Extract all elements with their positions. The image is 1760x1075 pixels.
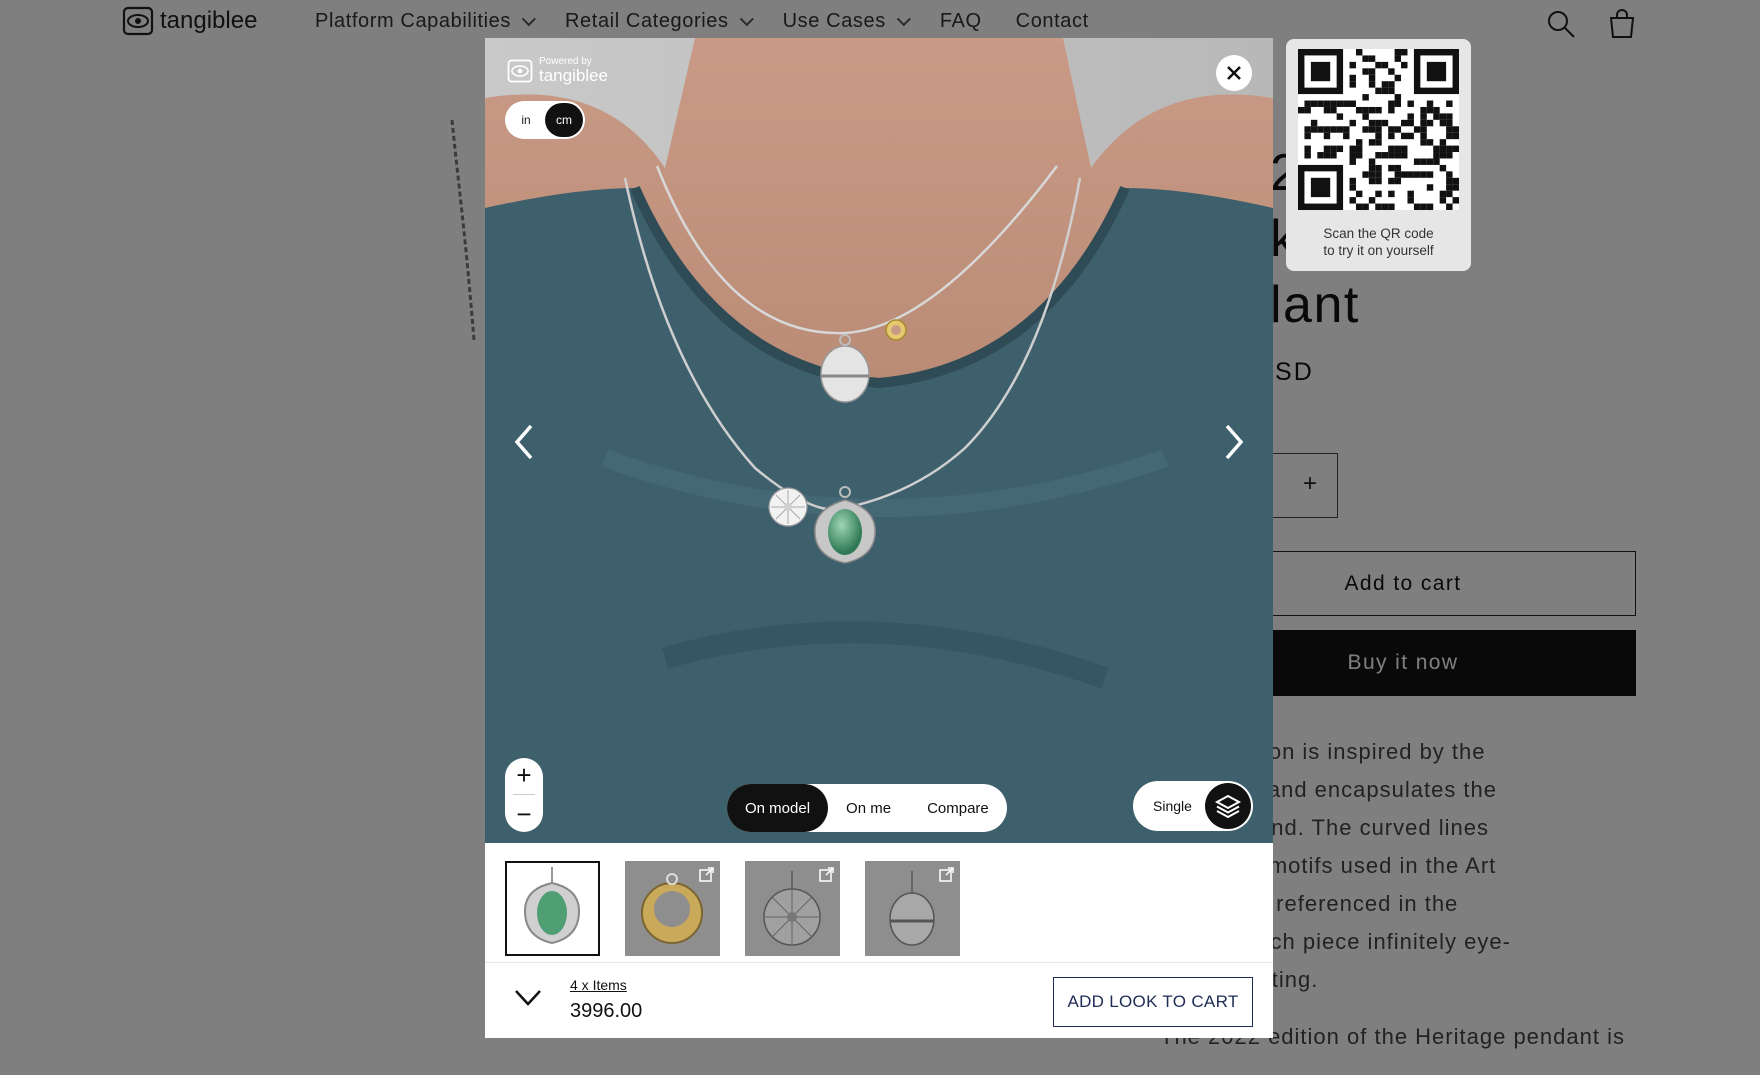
zoom-control: + − [505, 758, 543, 832]
try-on-modal: Powered by tangiblee in cm + − On model … [485, 38, 1273, 1038]
product-thumbnails [485, 843, 1273, 963]
items-count-link[interactable]: 4 x Items [570, 977, 627, 993]
chevron-down-icon[interactable] [513, 985, 543, 1009]
view-mode-tabs: On model On me Compare [727, 784, 1007, 832]
qr-code-image [1298, 49, 1459, 210]
qr-instructions: Scan the QR code to try it on yourself [1286, 225, 1471, 259]
layers-icon [1214, 794, 1242, 819]
model-image [485, 38, 1273, 843]
qr-instruction-line: to try it on yourself [1323, 243, 1434, 258]
tab-compare[interactable]: Compare [909, 784, 1007, 832]
look-footer: 4 x Items 3996.00 ADD LOOK TO CART [485, 963, 1273, 1038]
zoom-out-button[interactable]: − [516, 799, 531, 830]
try-on-viewer[interactable]: Powered by tangiblee in cm + − On model … [485, 38, 1273, 843]
layers-icon-button[interactable] [1205, 783, 1251, 829]
add-look-to-cart-button[interactable]: ADD LOOK TO CART [1053, 977, 1253, 1027]
look-total-price: 3996.00 [570, 1000, 643, 1022]
thumbnail-green-oval-pendant[interactable] [505, 861, 600, 956]
next-arrow-icon[interactable] [1215, 418, 1251, 466]
unit-toggle[interactable]: in cm [505, 101, 585, 139]
thumbnail-daisy-pendant[interactable] [745, 861, 840, 956]
tab-on-me[interactable]: On me [828, 784, 909, 832]
single-label: Single [1153, 798, 1192, 814]
tab-on-model[interactable]: On model [727, 784, 829, 832]
powered-by-brand: tangiblee [539, 66, 609, 85]
tangiblee-logo-icon [507, 59, 533, 82]
unit-in-option[interactable]: in [507, 103, 545, 137]
close-icon [1227, 66, 1241, 80]
external-link-icon[interactable] [939, 867, 954, 882]
thumbnail-gold-crescent-pendant[interactable] [625, 861, 720, 956]
powered-by-badge: Powered by tangiblee [507, 56, 608, 85]
previous-arrow-icon[interactable] [507, 418, 543, 466]
zoom-divider [513, 794, 535, 796]
thumbnail-silver-locket-pendant[interactable] [865, 861, 960, 956]
single-layer-toggle[interactable]: Single [1133, 781, 1253, 831]
qr-code-card: Scan the QR code to try it on yourself [1286, 39, 1471, 271]
external-link-icon[interactable] [699, 867, 714, 882]
qr-instruction-line: Scan the QR code [1323, 226, 1434, 241]
unit-cm-option[interactable]: cm [545, 103, 583, 137]
green-pendant-thumbnail-icon [523, 867, 581, 945]
external-link-icon[interactable] [819, 867, 834, 882]
zoom-in-button[interactable]: + [516, 760, 531, 791]
close-button[interactable] [1216, 55, 1252, 91]
